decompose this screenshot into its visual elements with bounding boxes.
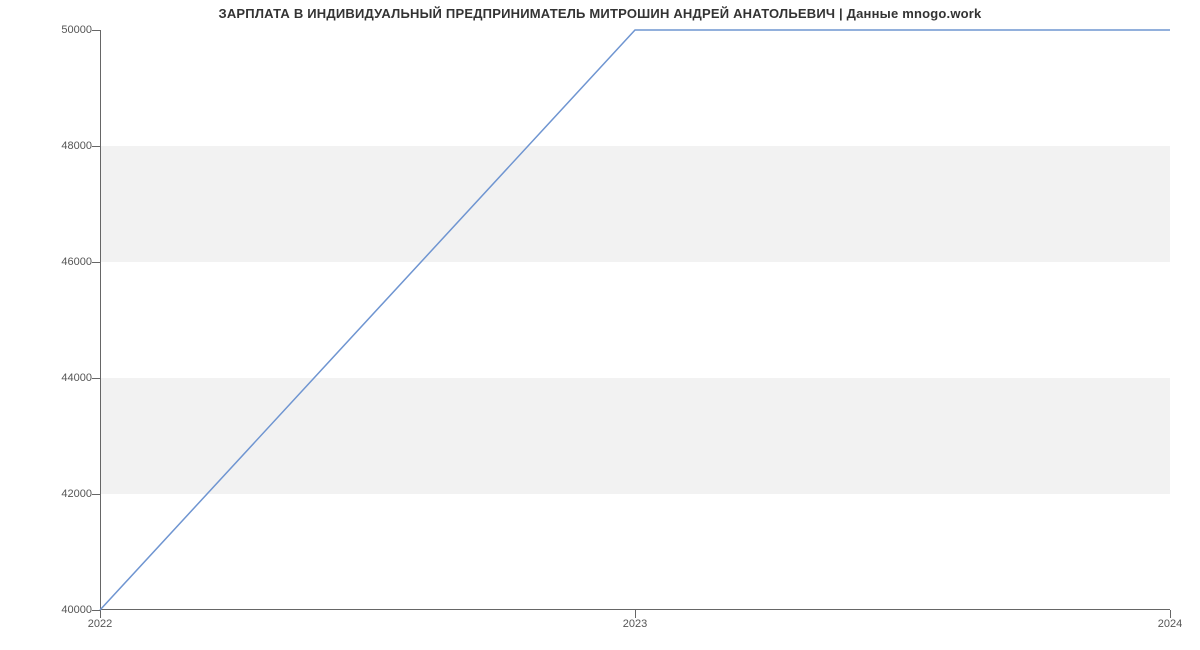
y-tick xyxy=(92,262,100,263)
plot-area xyxy=(100,30,1170,610)
chart-container: ЗАРПЛАТА В ИНДИВИДУАЛЬНЫЙ ПРЕДПРИНИМАТЕЛ… xyxy=(0,0,1200,650)
y-tick xyxy=(92,610,100,611)
series-path xyxy=(100,30,1170,610)
x-tick xyxy=(635,610,636,618)
x-tick xyxy=(100,610,101,618)
y-tick-label: 48000 xyxy=(12,140,92,152)
x-tick-label: 2024 xyxy=(1158,618,1182,630)
x-tick xyxy=(1170,610,1171,618)
chart-title: ЗАРПЛАТА В ИНДИВИДУАЛЬНЫЙ ПРЕДПРИНИМАТЕЛ… xyxy=(0,6,1200,21)
y-tick-label: 40000 xyxy=(12,604,92,616)
y-tick-label: 42000 xyxy=(12,488,92,500)
y-tick-label: 46000 xyxy=(12,256,92,268)
y-tick xyxy=(92,146,100,147)
x-tick-label: 2022 xyxy=(88,618,112,630)
y-tick-label: 44000 xyxy=(12,372,92,384)
x-tick-label: 2023 xyxy=(623,618,647,630)
line-series xyxy=(100,30,1170,610)
y-tick-label: 50000 xyxy=(12,24,92,36)
y-tick xyxy=(92,378,100,379)
y-tick xyxy=(92,494,100,495)
y-tick xyxy=(92,30,100,31)
